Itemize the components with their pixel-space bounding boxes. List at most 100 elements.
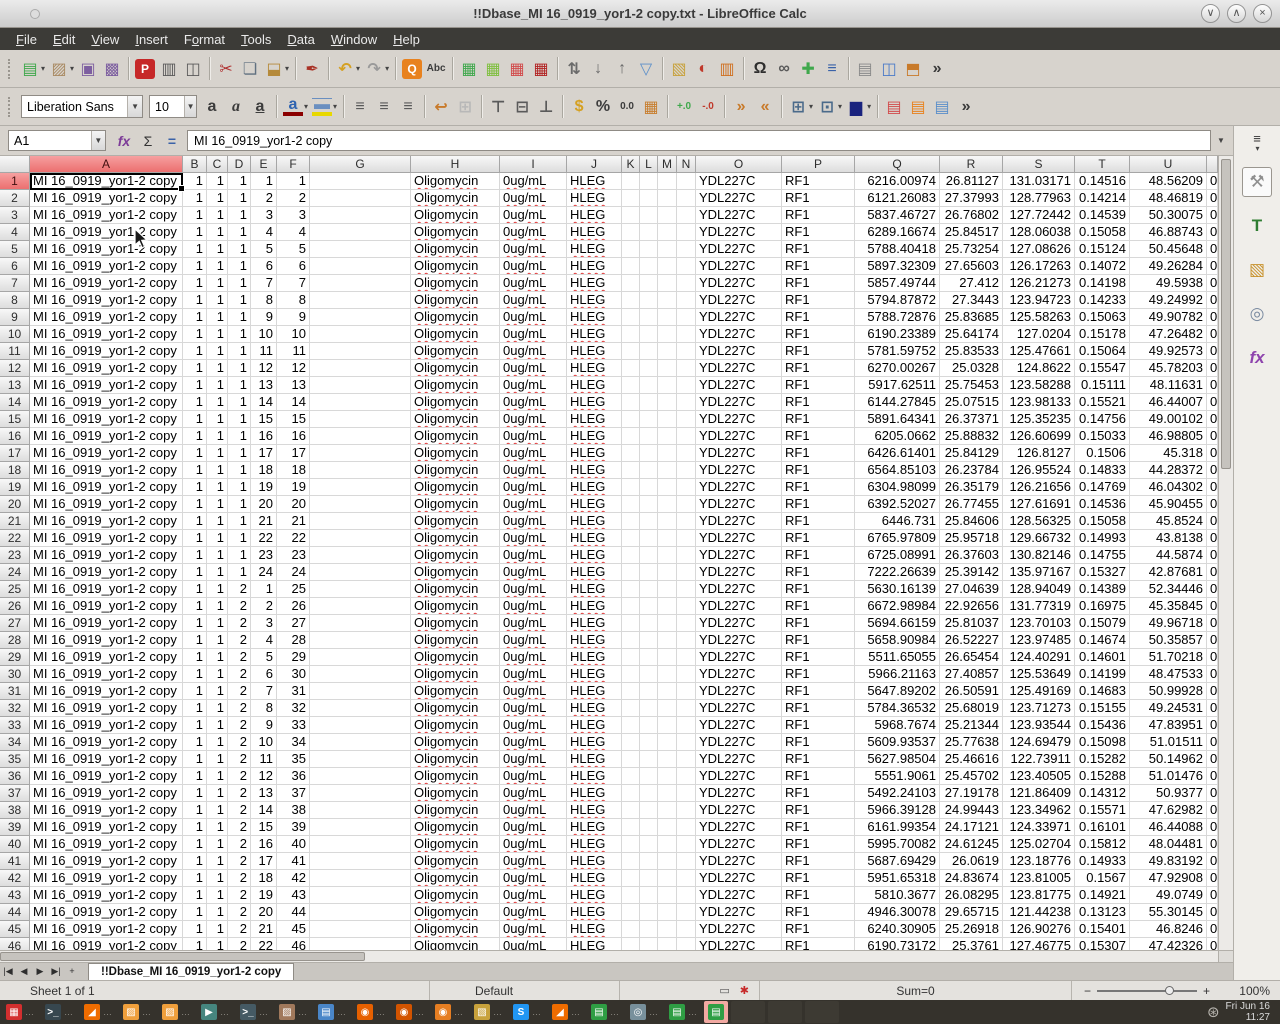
cell[interactable]: 1 — [183, 564, 207, 581]
cell[interactable] — [622, 564, 640, 581]
print-area-button[interactable]: ▤ — [853, 56, 877, 82]
cell[interactable] — [658, 428, 677, 445]
paste-button[interactable]: ⬓▾ — [262, 56, 291, 82]
cell[interactable]: RF1 — [782, 649, 855, 666]
cell[interactable]: YDL227C — [696, 564, 782, 581]
cell[interactable]: 2 — [228, 615, 251, 632]
cell[interactable] — [640, 700, 658, 717]
cell[interactable]: Oligomycin — [411, 258, 500, 275]
cell[interactable]: 28 — [277, 632, 310, 649]
cell[interactable]: 25.39142 — [940, 564, 1003, 581]
cell[interactable]: 2 — [251, 598, 277, 615]
redo-dropdown-icon[interactable]: ▾ — [385, 64, 389, 73]
column-header-U[interactable]: U — [1130, 156, 1207, 173]
cell[interactable] — [677, 615, 696, 632]
cell[interactable]: 3 — [251, 207, 277, 224]
cell[interactable]: 126.8127 — [1003, 445, 1075, 462]
cell[interactable] — [658, 921, 677, 938]
cell[interactable]: 0.15098 — [1075, 734, 1130, 751]
cell[interactable]: 122.73911 — [1003, 751, 1075, 768]
cell[interactable] — [622, 547, 640, 564]
cell[interactable]: 131.03171 — [1003, 173, 1075, 190]
cell[interactable]: 1 — [207, 428, 228, 445]
column-header-N[interactable]: N — [677, 156, 696, 173]
cell[interactable]: 0ug/mL — [500, 819, 567, 836]
cell[interactable]: 36 — [277, 768, 310, 785]
cell[interactable]: HLEG — [567, 615, 622, 632]
cell[interactable]: 5 — [277, 241, 310, 258]
taskbar-item-terminal-window[interactable]: >_… — [41, 1001, 77, 1023]
insert-chart-button[interactable]: ◐ — [691, 56, 715, 82]
cell[interactable]: 1 — [183, 666, 207, 683]
cell[interactable]: 0. — [1207, 496, 1218, 513]
cell[interactable]: 1 — [207, 683, 228, 700]
cell[interactable]: RF1 — [782, 734, 855, 751]
cell[interactable] — [640, 632, 658, 649]
cell[interactable]: 49.24531 — [1130, 700, 1207, 717]
cell[interactable] — [622, 173, 640, 190]
cell[interactable]: 123.94723 — [1003, 292, 1075, 309]
cell[interactable]: YDL227C — [696, 530, 782, 547]
row-header-11[interactable]: 11 — [0, 343, 30, 360]
cell[interactable] — [640, 853, 658, 870]
cell[interactable]: 21 — [251, 921, 277, 938]
cell[interactable]: 5917.62511 — [855, 377, 940, 394]
taskbar-item-writer-document-window[interactable]: ▤… — [314, 1001, 350, 1023]
cell[interactable]: Oligomycin — [411, 751, 500, 768]
column-header-R[interactable]: R — [940, 156, 1003, 173]
cell[interactable] — [677, 564, 696, 581]
cell[interactable]: 25.3761 — [940, 938, 1003, 950]
cell[interactable]: 8 — [251, 700, 277, 717]
row-header-9[interactable]: 9 — [0, 309, 30, 326]
new-button[interactable]: ▤▾ — [18, 56, 47, 82]
column-header-D[interactable]: D — [228, 156, 251, 173]
cell[interactable]: 0.15521 — [1075, 394, 1130, 411]
cell[interactable]: 14 — [277, 394, 310, 411]
cell[interactable]: YDL227C — [696, 666, 782, 683]
cell[interactable]: HLEG — [567, 241, 622, 258]
cell[interactable] — [310, 411, 411, 428]
cell[interactable]: 5966.39128 — [855, 802, 940, 819]
cell[interactable]: 0.14755 — [1075, 547, 1130, 564]
cell[interactable]: HLEG — [567, 887, 622, 904]
cell[interactable] — [677, 496, 696, 513]
cell[interactable] — [622, 326, 640, 343]
cell[interactable]: 0.15178 — [1075, 326, 1130, 343]
row-header-38[interactable]: 38 — [0, 802, 30, 819]
cell[interactable]: HLEG — [567, 411, 622, 428]
cell[interactable]: 0. — [1207, 666, 1218, 683]
cell[interactable] — [677, 462, 696, 479]
cell[interactable]: 126.17263 — [1003, 258, 1075, 275]
cell[interactable] — [640, 326, 658, 343]
cell[interactable]: YDL227C — [696, 921, 782, 938]
cell[interactable]: 27.04639 — [940, 581, 1003, 598]
cell[interactable]: 1 — [277, 173, 310, 190]
toolbar-grip[interactable] — [8, 97, 14, 117]
maximize-button[interactable]: ∧ — [1227, 4, 1246, 23]
cell[interactable]: HLEG — [567, 921, 622, 938]
cell[interactable]: HLEG — [567, 734, 622, 751]
cell[interactable]: 25.0328 — [940, 360, 1003, 377]
cell[interactable]: 50.45648 — [1130, 241, 1207, 258]
cell[interactable] — [640, 173, 658, 190]
cell[interactable]: HLEG — [567, 513, 622, 530]
cell[interactable]: 123.34962 — [1003, 802, 1075, 819]
cell[interactable]: 49.5938 — [1130, 275, 1207, 292]
insert-row-button[interactable]: ▦ — [457, 56, 481, 82]
cell[interactable]: 0ug/mL — [500, 802, 567, 819]
cell[interactable]: 1 — [183, 326, 207, 343]
autofilter-button[interactable]: ▽ — [634, 56, 658, 82]
cell[interactable]: 52.34446 — [1130, 581, 1207, 598]
cell[interactable]: 0.15111 — [1075, 377, 1130, 394]
cell[interactable]: 0. — [1207, 836, 1218, 853]
cell[interactable]: Oligomycin — [411, 275, 500, 292]
cell[interactable]: 32 — [277, 700, 310, 717]
cell[interactable]: 0ug/mL — [500, 224, 567, 241]
cell[interactable]: YDL227C — [696, 802, 782, 819]
cell[interactable]: 14 — [251, 802, 277, 819]
menu-help[interactable]: Help — [385, 31, 428, 48]
cell[interactable]: 47.42326 — [1130, 938, 1207, 950]
previous-sheet-icon[interactable]: ◀ — [16, 963, 32, 980]
cell[interactable]: MI 16_0919_yor1-2 copy — [30, 258, 183, 275]
font-size-input[interactable] — [150, 100, 184, 114]
